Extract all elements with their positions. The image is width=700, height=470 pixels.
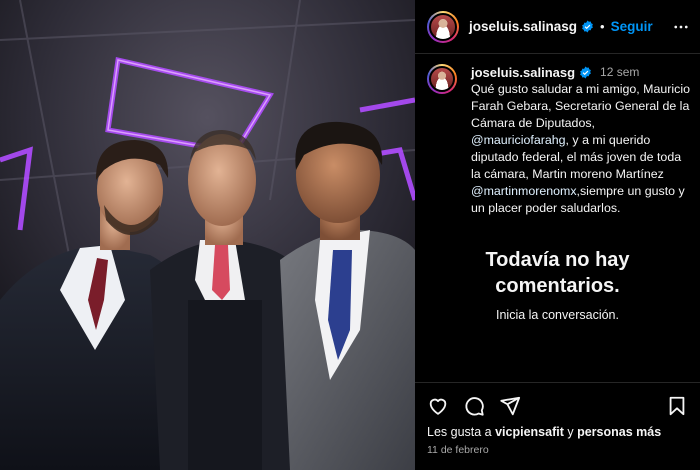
caption-body: joseluis.salinasg 12 sem Qué gusto salud… xyxy=(471,64,692,217)
likes-user[interactable]: vicpiensafit xyxy=(495,425,564,439)
action-icons xyxy=(427,395,521,417)
caption-text: Qué gusto saludar a mi amigo, Mauricio F… xyxy=(471,81,692,217)
avatar[interactable] xyxy=(427,10,459,43)
heart-icon[interactable] xyxy=(427,395,449,417)
mention-link[interactable]: @martinmorenomx xyxy=(471,184,577,198)
empty-comments-subtitle: Inicia la conversación. xyxy=(496,308,619,322)
post-caption: joseluis.salinasg 12 sem Qué gusto salud… xyxy=(427,64,692,217)
bookmark-icon[interactable] xyxy=(666,395,688,417)
empty-comments-title: Todavía no hay comentarios. xyxy=(415,247,700,299)
likes-middle: y xyxy=(563,425,578,439)
separator-dot: • xyxy=(600,19,605,34)
post-sidebar: joseluis.salinasg • Seguir joseluis.sali… xyxy=(415,0,700,470)
post-header: joseluis.salinasg • Seguir xyxy=(415,0,700,54)
caption-time: 12 sem xyxy=(600,65,640,79)
more-icon[interactable] xyxy=(672,18,690,36)
comment-icon[interactable] xyxy=(463,395,485,417)
caption-username[interactable]: joseluis.salinasg xyxy=(471,64,575,81)
mention-link[interactable]: @mauriciofarahg xyxy=(471,133,566,147)
likes-prefix: Les gusta a xyxy=(427,425,496,439)
post-username[interactable]: joseluis.salinasg xyxy=(469,19,577,34)
follow-button[interactable]: Seguir xyxy=(611,19,653,34)
actions-bar: Les gusta a vicpiensafit y personas más … xyxy=(415,382,700,456)
post-photo[interactable] xyxy=(0,0,415,470)
share-icon[interactable] xyxy=(499,395,521,417)
verified-badge-icon xyxy=(579,66,592,79)
post-photo-image xyxy=(0,0,415,470)
verified-badge-icon xyxy=(581,20,594,33)
post-date: 11 de febrero xyxy=(427,444,489,456)
likes-text: Les gusta a vicpiensafit y personas más xyxy=(427,425,661,439)
empty-comments-title-text: Todavía no hay comentarios. xyxy=(485,249,630,297)
likes-others[interactable]: personas más xyxy=(577,425,661,439)
comments-empty-state: Todavía no hay comentarios. Inicia la co… xyxy=(415,247,700,322)
caption-text-part: Qué gusto saludar a mi amigo, Mauricio F… xyxy=(471,82,691,130)
caption-avatar[interactable] xyxy=(427,64,457,94)
